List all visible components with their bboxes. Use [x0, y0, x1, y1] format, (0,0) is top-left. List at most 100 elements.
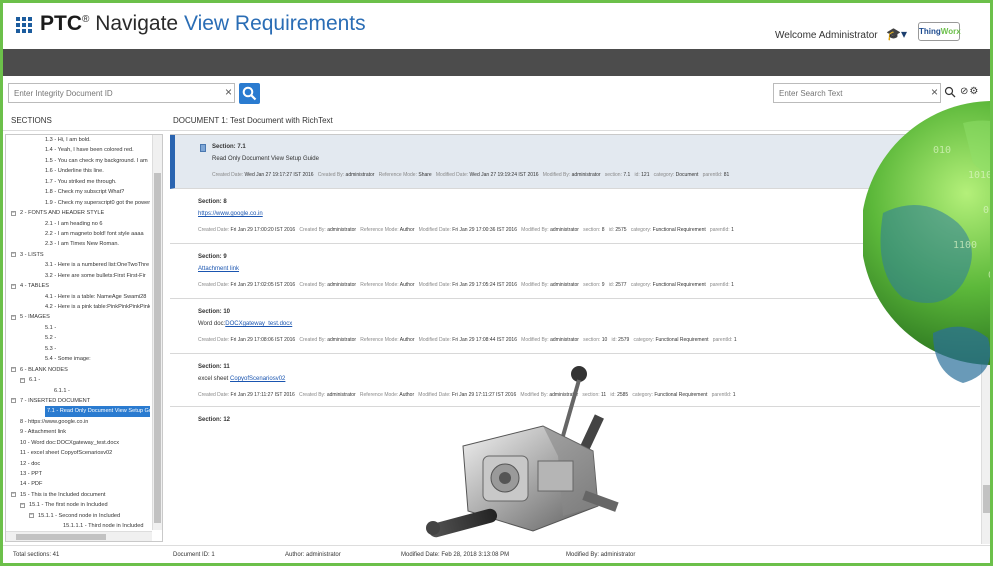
tree-item[interactable]: 5.3 -: [6, 344, 150, 354]
meta-key: Reference Mode:: [360, 227, 399, 233]
tree-item[interactable]: −15.1 - The first node in Included: [6, 500, 150, 510]
settings-gear-icon[interactable]: ⊘⚙: [960, 86, 979, 97]
meta-value: Fri Jan 29 17:05:24 IST 2016: [452, 282, 517, 288]
meta-key: Created By:: [317, 172, 345, 178]
meta-key: parentId:: [709, 227, 730, 233]
document-id-input[interactable]: [8, 83, 235, 103]
meta-value: 1: [732, 392, 736, 398]
tree-item[interactable]: −3 - LISTS: [6, 250, 150, 260]
clear-docid-icon[interactable]: ×: [225, 86, 232, 98]
tree-item[interactable]: −2 - FONTS AND HEADER STYLE: [6, 208, 150, 218]
clear-search-icon[interactable]: ×: [931, 86, 938, 98]
tree-item[interactable]: 1.6 - Underline this line.: [6, 166, 150, 176]
tree-hscroll-thumb[interactable]: [16, 534, 106, 540]
tree-vertical-scrollbar[interactable]: [152, 135, 162, 530]
section-title: Section: 7.1: [212, 144, 246, 150]
footer-author: Author: administrator: [285, 552, 341, 558]
meta-value: 121: [641, 172, 650, 178]
tree-item-label: 5.4 - Some image:: [45, 356, 91, 363]
document-title: DOCUMENT 1: Test Document with RichText: [173, 116, 333, 125]
section-body: Read Only Document View Setup Guide: [212, 156, 319, 162]
tree-item[interactable]: 9 - Attachment link: [6, 427, 150, 437]
section-link[interactable]: DOCXgateway_test.docx: [225, 321, 292, 327]
tree-toggle-icon[interactable]: −: [20, 502, 25, 508]
tree-item[interactable]: 1.7 - You striked me through.: [6, 177, 150, 187]
tree-item[interactable]: −15 - This is the Included document: [6, 490, 150, 500]
tree-item[interactable]: 2.2 - I am magneto bold! font style aaaa: [6, 229, 150, 239]
tree-item[interactable]: 5.2 -: [6, 333, 150, 343]
section-body-text: Read Only Document View Setup Guide: [212, 156, 319, 162]
tree-item[interactable]: 11 - excel sheet CopyofScenariosv02: [6, 448, 150, 458]
tree-item-label: 1.4 - Yeah, I have been colored red.: [45, 147, 134, 154]
tree-item[interactable]: −6 - BLANK NODES: [6, 365, 150, 375]
tree-item[interactable]: −6.1 -: [6, 375, 150, 385]
search-icon[interactable]: [944, 86, 956, 98]
section-link[interactable]: https://www.google.co.in: [198, 211, 263, 217]
meta-value: Functional Requirement: [652, 227, 706, 233]
meta-value: administrator: [571, 172, 601, 178]
tree-item[interactable]: 2.3 - I am Times New Roman.: [6, 239, 150, 249]
tree-toggle-icon[interactable]: −: [11, 398, 16, 404]
meta-key: Created Date:: [198, 337, 230, 343]
tree-item[interactable]: 8 - https://www.google.co.in: [6, 417, 150, 427]
tree-toggle-icon[interactable]: −: [11, 367, 16, 373]
tree-toggle-icon[interactable]: −: [11, 283, 16, 289]
content-vertical-scrollbar[interactable]: [981, 135, 990, 544]
sections-tree: 1.3 - Hi, I am bold. 1.4 - Yeah, I have b…: [5, 134, 163, 542]
tree-item-label: 1.6 - Underline this line.: [45, 168, 104, 175]
tree-item[interactable]: 13 - PPT: [6, 469, 150, 479]
tree-horizontal-scrollbar[interactable]: [6, 531, 152, 541]
meta-key: parentId:: [702, 172, 723, 178]
section-card[interactable]: Section: 8 https://www.google.co.in Create…: [170, 189, 980, 244]
tree-toggle-icon[interactable]: −: [11, 252, 16, 258]
section-body-text: excel sheet: [198, 376, 231, 382]
tree-item[interactable]: −4 - TABLES: [6, 281, 150, 291]
tree-item[interactable]: 5.1 -: [6, 323, 150, 333]
meta-value: Share: [418, 172, 432, 178]
section-link[interactable]: CopyofScenariosv02: [230, 376, 285, 382]
section-card[interactable]: Section: 10 Word doc:DOCXgateway_test.doc…: [170, 299, 980, 354]
tree-item[interactable]: 4.1 - Here is a table: NameAge Swami28: [6, 292, 150, 302]
footer-modified-date: Modified Date: Feb 28, 2018 3:13:08 PM: [401, 552, 510, 558]
meta-key: id:: [634, 172, 640, 178]
tree-item[interactable]: 7.1 - Read Only Document View Setup Gu: [6, 406, 150, 417]
app-menu-icon[interactable]: [16, 17, 32, 33]
tree-toggle-icon[interactable]: −: [29, 513, 34, 519]
tree-item[interactable]: −7 - INSERTED DOCUMENT: [6, 396, 150, 406]
meta-value: Fri Jan 29 17:00:36 IST 2016: [452, 227, 517, 233]
tree-item[interactable]: 12 - doc: [6, 459, 150, 469]
section-title: Section: 10: [198, 309, 231, 315]
meta-value: 1: [731, 227, 734, 233]
tree-item[interactable]: 3.1 - Here is a numbered list:OneTwoThre: [6, 260, 150, 270]
tree-item[interactable]: 2.1 - I am heading no 6: [6, 219, 150, 229]
tree-item[interactable]: 10 - Word doc:DOCXgateway_test.docx: [6, 438, 150, 448]
tree-item[interactable]: 1.5 - You can check my background. I am: [6, 156, 150, 166]
tree-item-label: 3 - LISTS: [20, 251, 44, 258]
tree-toggle-icon[interactable]: −: [20, 377, 25, 383]
tree-item[interactable]: −15.1.1 - Second node in Included: [6, 511, 150, 521]
tree-item[interactable]: 3.2 - Here are some bullets:First First-…: [6, 271, 150, 281]
tree-item[interactable]: 6.1.1 -: [6, 386, 150, 396]
tree-item[interactable]: 1.4 - Yeah, I have been colored red.: [6, 145, 150, 155]
content-scroll-thumb[interactable]: [983, 485, 990, 513]
tree-toggle-icon[interactable]: −: [11, 492, 16, 498]
tree-item[interactable]: 1.8 - Check my subscript What?: [6, 187, 150, 197]
graduation-cap-icon[interactable]: 🎓▾: [886, 27, 907, 41]
tree-scroll-thumb[interactable]: [154, 173, 161, 523]
tree-toggle-icon[interactable]: −: [11, 210, 16, 216]
tree-item[interactable]: −5 - IMAGES: [6, 312, 150, 322]
tree-item[interactable]: 5.4 - Some image:: [6, 354, 150, 364]
tree-item[interactable]: 4.2 - Here is a pink table:PinkPinkPinkP…: [6, 302, 150, 312]
section-card[interactable]: Section: 7.1 Read Only Document View Setu…: [170, 135, 980, 189]
docid-search-button[interactable]: [239, 83, 260, 104]
tree-item[interactable]: 1.3 - Hi, I am bold.: [6, 135, 150, 145]
meta-key: section:: [604, 172, 622, 178]
tree-toggle-icon[interactable]: −: [11, 314, 16, 320]
section-link[interactable]: Attachment link: [198, 266, 239, 272]
meta-key: id:: [611, 337, 617, 343]
section-card[interactable]: Section: 9 Attachment link Created Date: F…: [170, 244, 980, 299]
tree-item[interactable]: 14 - PDF: [6, 479, 150, 489]
search-text-input[interactable]: [773, 83, 941, 103]
tree-item[interactable]: 1.9 - Check my superscript0 got the powe…: [6, 198, 150, 208]
tree-item-label: 14 - PDF: [20, 481, 43, 488]
